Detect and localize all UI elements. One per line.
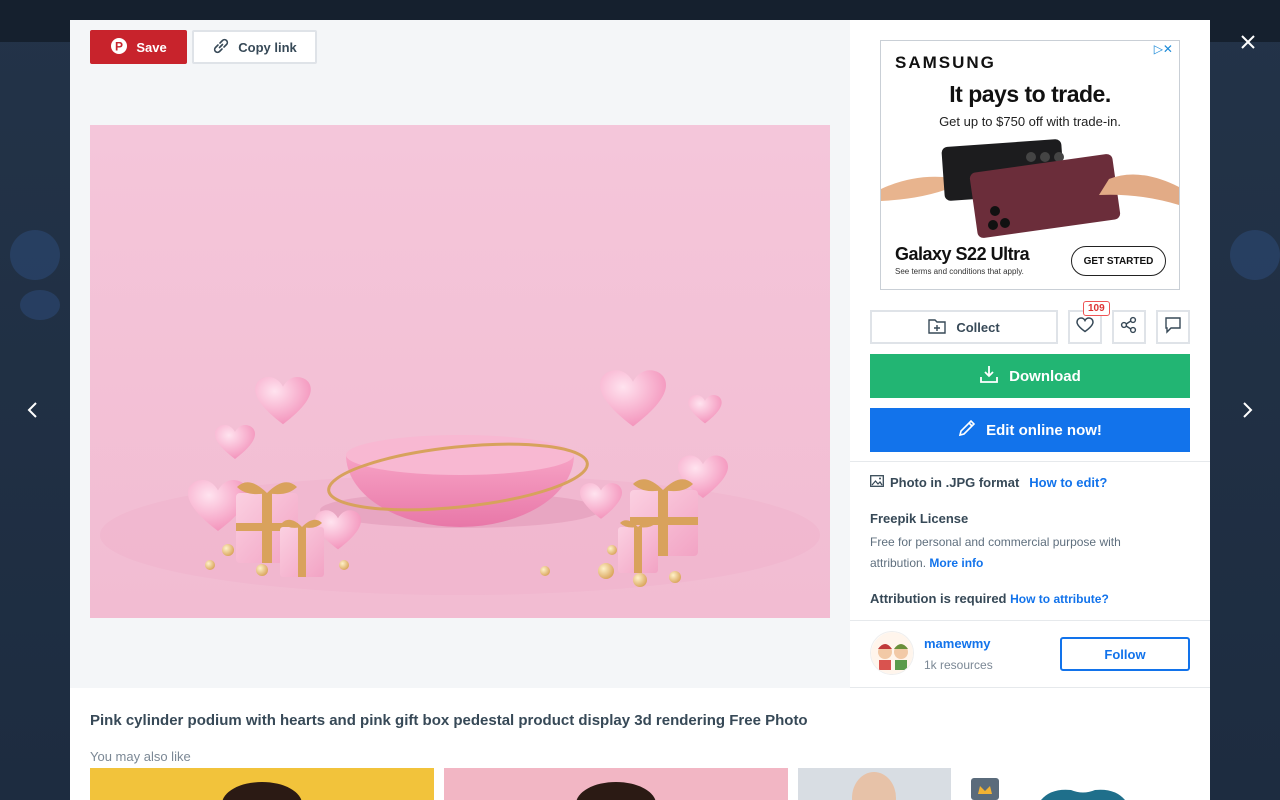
author-avatar[interactable] (870, 631, 914, 675)
how-to-attribute-link[interactable]: How to attribute? (1010, 592, 1109, 606)
pinterest-save-button[interactable]: P Save (90, 30, 187, 64)
related-section-label: You may also like (90, 749, 191, 764)
background-decoration (1230, 230, 1280, 280)
comment-button[interactable] (1156, 310, 1190, 344)
license-title: Freepik License (870, 511, 969, 526)
like-count-badge: 109 (1083, 301, 1110, 316)
ad-headline: It pays to trade. (949, 81, 1111, 107)
share-icon (1120, 316, 1138, 339)
pencil-icon (958, 419, 976, 441)
samsung-ad-banner[interactable]: SAMSUNG ▷✕ It pays to trade. Get up to $… (880, 40, 1180, 290)
preview-pane: P Save Copy link (70, 20, 850, 688)
photo-detail-modal: P Save Copy link SAMSUNG ▷✕ It pays to t… (70, 20, 1210, 800)
related-thumbnail[interactable] (798, 768, 951, 800)
divider (850, 461, 1210, 462)
collect-label: Collect (956, 319, 1000, 335)
close-icon[interactable] (1236, 30, 1260, 54)
next-arrow-icon[interactable] (1234, 396, 1262, 424)
ad-phone-image (881, 139, 1179, 238)
comment-icon (1164, 316, 1182, 339)
copy-link-button[interactable]: Copy link (192, 30, 317, 64)
how-to-edit-link[interactable]: How to edit? (1029, 475, 1107, 490)
photo-title: Pink cylinder podium with hearts and pin… (90, 712, 808, 729)
link-icon (212, 37, 230, 58)
follow-button[interactable]: Follow (1060, 637, 1190, 671)
author-resources: 1k resources (924, 658, 993, 672)
collect-button[interactable]: Collect (870, 310, 1058, 344)
download-label: Download (1009, 367, 1081, 385)
attribution-label: Attribution is required (870, 591, 1007, 606)
folder-plus-icon (928, 318, 947, 337)
file-format-text: Photo in .JPG format (890, 475, 1020, 490)
license-description: Free for personal and commercial purpose… (870, 532, 1170, 574)
share-button[interactable] (1112, 310, 1146, 344)
download-button[interactable]: Download (870, 354, 1190, 398)
ad-product-name: Galaxy S22 Ultra (895, 244, 1030, 264)
svg-text:P: P (115, 39, 123, 53)
background-decoration (20, 290, 60, 320)
related-thumbnail[interactable] (961, 768, 1190, 800)
previous-arrow-icon[interactable] (18, 396, 46, 424)
heart-icon (1076, 316, 1094, 338)
ad-get-started-button[interactable]: GET STARTED (1071, 246, 1166, 276)
author-name[interactable]: mamewmy (924, 636, 990, 651)
copy-link-label: Copy link (238, 39, 297, 55)
save-label: Save (136, 39, 167, 55)
adchoices-icon[interactable]: ▷✕ (1154, 42, 1173, 56)
related-thumbnail[interactable] (90, 768, 434, 800)
edit-online-button[interactable]: Edit online now! (870, 408, 1190, 452)
main-photo[interactable] (90, 125, 830, 618)
details-sidebar: SAMSUNG ▷✕ It pays to trade. Get up to $… (850, 20, 1210, 688)
attribution-row: Attribution is required How to attribute… (870, 591, 1109, 606)
file-format-row: Photo in .JPG format How to edit? (870, 475, 1107, 490)
ad-subline: Get up to $750 off with trade-in. (939, 114, 1121, 129)
divider (850, 620, 1210, 621)
edit-online-label: Edit online now! (986, 421, 1102, 439)
image-icon (870, 475, 884, 490)
license-text: Free for personal and commercial purpose… (870, 535, 1121, 570)
pinterest-icon: P (110, 37, 128, 58)
download-icon (979, 364, 999, 388)
more-info-link[interactable]: More info (929, 556, 983, 570)
ad-brand: SAMSUNG (895, 53, 996, 72)
divider (850, 687, 1210, 688)
ad-terms: See terms and conditions that apply. (895, 267, 1024, 276)
related-thumbnail[interactable] (444, 768, 788, 800)
background-decoration (10, 230, 60, 280)
